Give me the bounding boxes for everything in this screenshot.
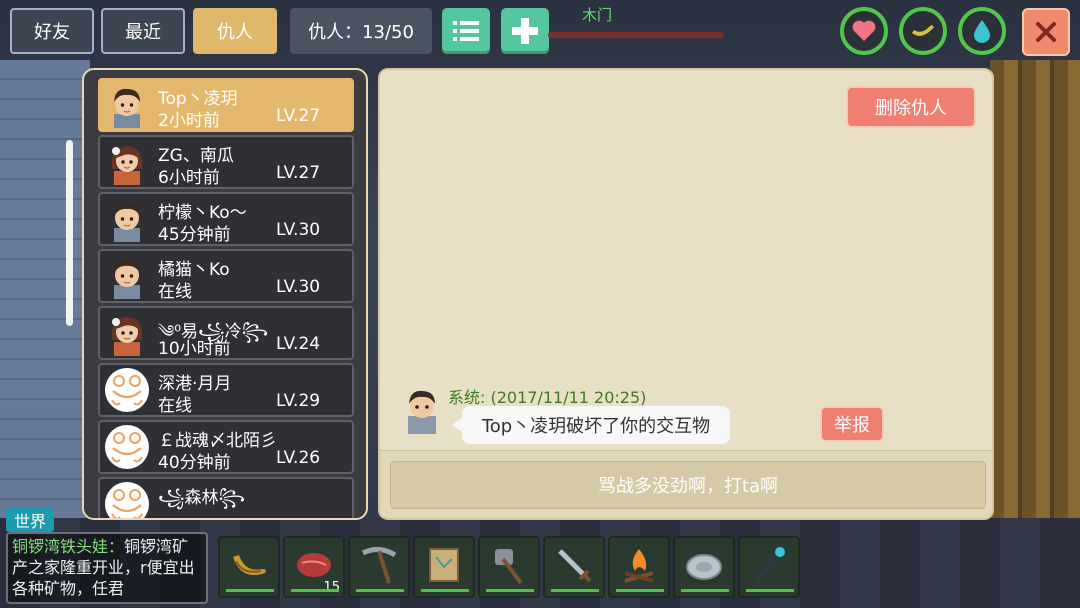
enemy-info: ༄⁰易꧁冷꧂ 10小时前 LV.24 xyxy=(158,310,352,359)
chat-sender: 铜锣湾铁头娃： xyxy=(12,537,125,556)
delete-enemy-button[interactable]: 删除仇人 xyxy=(846,86,976,128)
durability-bar xyxy=(681,589,729,592)
hotbar-slot[interactable] xyxy=(478,536,540,598)
list-icon xyxy=(453,21,479,41)
hunger-stat xyxy=(899,7,947,55)
hotbar-slot[interactable] xyxy=(738,536,800,598)
pickaxe-icon xyxy=(357,543,401,591)
frog-avatar xyxy=(104,424,150,470)
world-channel-tag[interactable]: 世界 xyxy=(6,508,54,532)
hotbar-slot[interactable] xyxy=(543,536,605,598)
enemy-counter: 仇人：13/50 xyxy=(290,8,432,54)
plus-icon xyxy=(512,18,538,44)
enemy-level: LV.24 xyxy=(276,334,321,354)
durability-bar xyxy=(486,589,534,592)
enemy-level: LV.27 xyxy=(276,163,321,183)
banana-icon xyxy=(912,25,934,36)
tab-recent[interactable]: 最近 xyxy=(101,8,185,54)
avatar xyxy=(104,253,150,299)
enemy-info: Top丶凌玥 2小时前 LV.27 xyxy=(158,82,352,131)
health-stat xyxy=(840,7,888,55)
close-button[interactable] xyxy=(1022,8,1070,56)
enemy-row[interactable]: Top丶凌玥 2小时前 LV.27 xyxy=(98,78,354,132)
enemy-row[interactable]: 深港·月月 在线 LV.29 xyxy=(98,363,354,417)
enemy-level: LV.30 xyxy=(276,220,321,240)
enemy-last-seen: 45分钟前 xyxy=(158,225,231,245)
enemy-info: ZG、南瓜 6小时前 LV.27 xyxy=(158,139,352,188)
map-scroll-icon xyxy=(422,543,466,591)
hotbar-slot[interactable] xyxy=(348,536,410,598)
hotbar-slot[interactable] xyxy=(673,536,735,598)
hotbar-slot[interactable] xyxy=(608,536,670,598)
avatar xyxy=(104,196,150,242)
stone-axe-icon xyxy=(487,543,531,591)
enemy-row[interactable]: ￡战魂〆北陌彡 40分钟前 LV.26 xyxy=(98,420,354,474)
avatar xyxy=(104,82,150,128)
heart-icon xyxy=(852,20,876,41)
enemy-info: 深港·月月 在线 LV.29 xyxy=(158,367,352,416)
enemy-row[interactable]: ꧁森林꧂ xyxy=(98,477,354,518)
target-health-bar xyxy=(548,32,724,38)
enemy-info: ￡战魂〆北陌彡 40分钟前 LV.26 xyxy=(158,424,352,473)
report-button[interactable]: 举报 xyxy=(820,406,884,442)
enemy-level: LV.30 xyxy=(276,277,321,297)
durability-bar xyxy=(356,589,404,592)
enemy-list: Top丶凌玥 2小时前 LV.27 ZG、南瓜 6小时前 LV.27 柠檬丶Ko～ 45分钟前… xyxy=(82,68,368,520)
frog-avatar xyxy=(104,481,150,518)
enemy-info: 柠檬丶Ko～ 45分钟前 LV.30 xyxy=(158,196,352,245)
message-sender: 系统: (2017/11/11 20:25) xyxy=(448,388,647,407)
campfire-icon xyxy=(617,543,661,591)
durability-bar xyxy=(421,589,469,592)
enemy-detail-panel: 删除仇人 系统: (2017/11/11 20:25) Top丶凌玥破坏了你的交… xyxy=(378,68,994,520)
message-input[interactable]: 骂战多没劲啊，打ta啊 xyxy=(390,461,986,509)
magic-staff-icon xyxy=(747,543,791,591)
banana-icon xyxy=(227,543,271,591)
avatar xyxy=(104,310,150,356)
enemy-level: LV.26 xyxy=(276,448,321,468)
thirst-stat xyxy=(958,7,1006,55)
enemy-info: 橘猫丶Ko 在线 LV.30 xyxy=(158,253,352,302)
avatar xyxy=(104,139,150,185)
durability-bar xyxy=(616,589,664,592)
enemy-row[interactable]: ZG、南瓜 6小时前 LV.27 xyxy=(98,135,354,189)
add-button[interactable] xyxy=(501,8,549,54)
hotbar-slot[interactable] xyxy=(218,536,280,598)
enemy-last-seen: 2小时前 xyxy=(158,111,220,131)
list-button[interactable] xyxy=(442,8,490,54)
enemy-level: LV.27 xyxy=(276,106,321,126)
system-avatar xyxy=(408,390,436,434)
sword-icon xyxy=(552,543,596,591)
durability-bar xyxy=(291,589,339,592)
enemy-info: ꧁森林꧂ xyxy=(158,481,352,518)
enemy-last-seen: 在线 xyxy=(158,282,192,302)
shield-icon xyxy=(682,543,726,591)
water-drop-icon xyxy=(974,20,990,43)
list-scrollbar[interactable] xyxy=(66,140,73,326)
enemy-last-seen: 10小时前 xyxy=(158,339,231,359)
durability-bar xyxy=(746,589,794,592)
enemy-row[interactable]: 橘猫丶Ko 在线 LV.30 xyxy=(98,249,354,303)
input-area: 骂战多没劲啊，打ta啊 xyxy=(380,450,992,518)
message-bubble: Top丶凌玥破坏了你的交互物 xyxy=(452,406,730,444)
frog-avatar xyxy=(104,367,150,413)
durability-bar xyxy=(226,589,274,592)
enemy-row[interactable]: ༄⁰易꧁冷꧂ 10小时前 LV.24 xyxy=(98,306,354,360)
tab-enemies[interactable]: 仇人 xyxy=(193,8,277,54)
hotbar-slot[interactable]: 15 xyxy=(283,536,345,598)
durability-bar xyxy=(551,589,599,592)
enemy-last-seen: 40分钟前 xyxy=(158,453,231,473)
stone-wall xyxy=(0,60,90,540)
item-count: 15 xyxy=(323,580,340,595)
enemy-last-seen: 6小时前 xyxy=(158,168,220,188)
hotbar-slot[interactable] xyxy=(413,536,475,598)
world-chat[interactable]: 铜锣湾铁头娃：铜锣湾矿产之家隆重开业，r便宜出各种矿物，任君 xyxy=(6,532,208,604)
close-icon xyxy=(1036,22,1056,42)
enemy-last-seen: 在线 xyxy=(158,396,192,416)
target-label: 木门 xyxy=(582,6,613,24)
tab-friends[interactable]: 好友 xyxy=(10,8,94,54)
wooden-wall xyxy=(990,60,1080,530)
enemy-name: ꧁森林꧂ xyxy=(158,488,246,508)
enemy-level: LV.29 xyxy=(276,391,321,411)
enemy-row[interactable]: 柠檬丶Ko～ 45分钟前 LV.30 xyxy=(98,192,354,246)
